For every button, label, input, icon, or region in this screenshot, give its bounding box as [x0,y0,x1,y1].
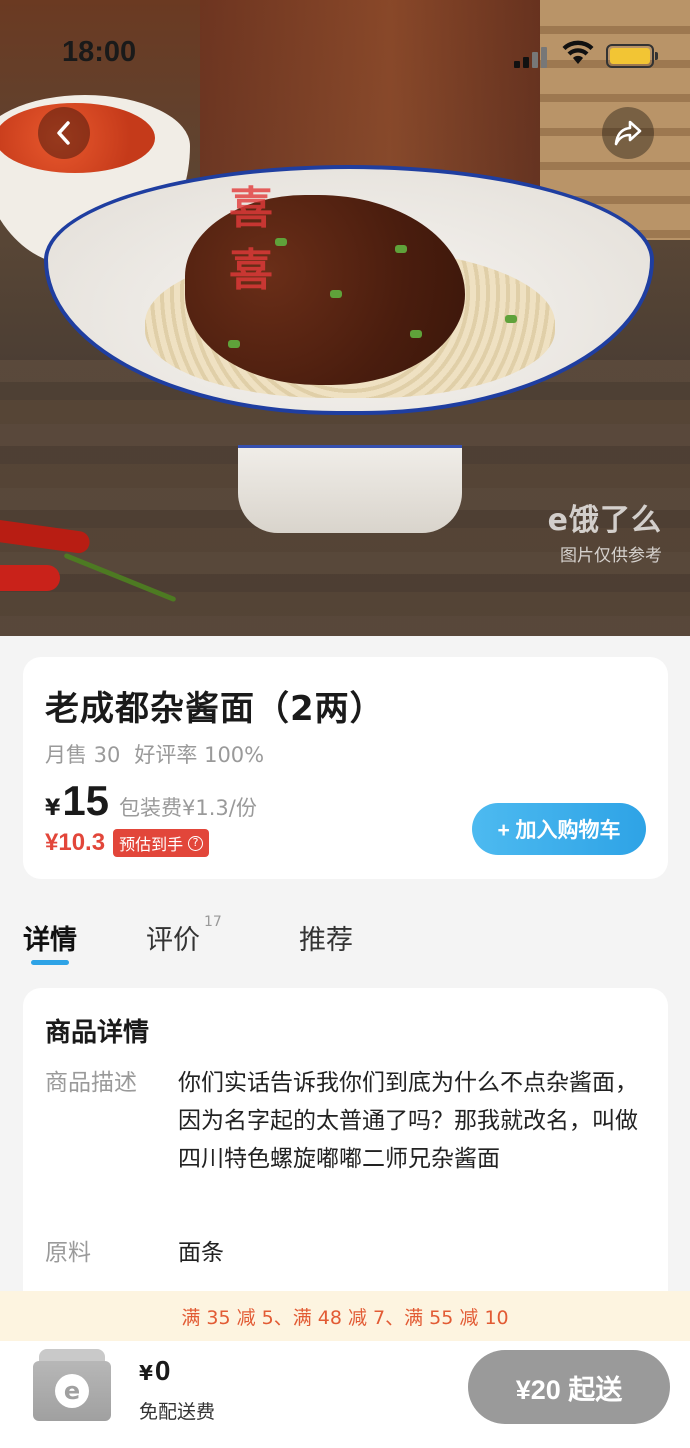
reviews-count: 17 [204,914,222,930]
watermark-note: 图片仅供参考 [560,546,662,566]
description-label: 商品描述 [45,1070,137,1096]
scallion [228,340,240,348]
scallion [395,245,407,253]
chevron-left-icon [57,121,70,145]
ingredients-text: 面条 [178,1240,224,1266]
cellular-signal-icon [514,46,548,68]
ingredients-label: 原料 [45,1240,91,1266]
description-row: 商品描述 你们实话告诉我你们到底为什么不点杂酱面，因为名字起的太普通了吗？那我就… [45,1064,638,1178]
product-title: 老成都杂酱面（2两） [45,689,385,729]
detail-tabs: 详情 评价17 推荐 [0,910,690,970]
description-text: 你们实话告诉我你们到底为什么不点杂酱面，因为名字起的太普通了吗？那我就改名，叫做… [178,1070,638,1172]
tab-details[interactable]: 详情 [23,918,77,957]
promo-banner[interactable]: 满 35 减 5、满 48 减 7、满 55 减 10 [0,1291,690,1341]
product-photo: 喜喜 e饿了么 图片仅供参考 [0,0,690,636]
watermark: e饿了么 图片仅供参考 [548,495,662,566]
estimated-price-row: ¥10.3 预估到手 ? [45,829,210,857]
tab-recommend[interactable]: 推荐 [299,918,353,957]
details-heading: 商品详情 [45,1018,150,1048]
cart-total: ¥ 0 [139,1355,171,1387]
cart-total-value: 0 [154,1355,171,1386]
product-stats: 月售 30 好评率 100% [45,739,264,769]
product-details-card: 商品详情 商品描述 你们实话告诉我你们到底为什么不点杂酱面，因为名字起的太普通了… [23,988,668,1308]
product-info-card: 老成都杂酱面（2两） 月售 30 好评率 100% ¥ 15 包装费¥1.3/份 … [23,657,668,879]
tab-reviews[interactable]: 评价17 [146,914,222,957]
scallion [410,330,422,338]
packaging-fee: 包装费¥1.3/份 [119,796,257,820]
share-button[interactable] [602,107,654,159]
question-icon: ? [188,835,204,851]
active-tab-indicator [31,960,69,965]
cart-box-icon[interactable]: e [33,1349,111,1421]
back-button[interactable] [38,107,90,159]
status-time: 18:00 [62,36,137,68]
ingredients-row: 原料 面条 [45,1234,638,1272]
estimated-badge-label: 预估到手 [119,835,184,854]
bowl-base [238,445,462,533]
delivery-fee: 免配送费 [139,1401,216,1423]
battery-icon [606,44,658,68]
estimated-price: ¥10.3 [45,829,106,856]
minimum-order-button[interactable]: ¥20 起送 [468,1350,670,1424]
wifi-icon [562,40,594,64]
cart-currency: ¥ [139,1361,153,1385]
share-icon [614,120,642,146]
scallion [330,290,342,298]
add-to-cart-button[interactable]: + 加入购物车 [472,803,646,855]
tab-reviews-label: 评价 [146,925,200,956]
promo-text: 满 35 减 5、满 48 减 7、满 55 减 10 [181,1306,509,1329]
bottom-cart-bar: e ¥ 0 免配送费 ¥20 起送 [0,1341,690,1448]
monthly-sales: 月售 30 [45,743,121,767]
estimated-badge[interactable]: 预估到手 ? [113,829,210,857]
plate-stamp: 喜喜 [229,183,273,296]
chili-pepper [0,565,60,591]
scallion [505,315,517,323]
status-bar: 18:00 [0,30,690,80]
price-row: ¥ 15 包装费¥1.3/份 [45,777,257,825]
product-price: 15 [62,777,110,824]
currency-symbol: ¥ [45,796,61,821]
rating: 好评率 100% [134,743,265,767]
watermark-logo: e饿了么 [547,503,662,538]
